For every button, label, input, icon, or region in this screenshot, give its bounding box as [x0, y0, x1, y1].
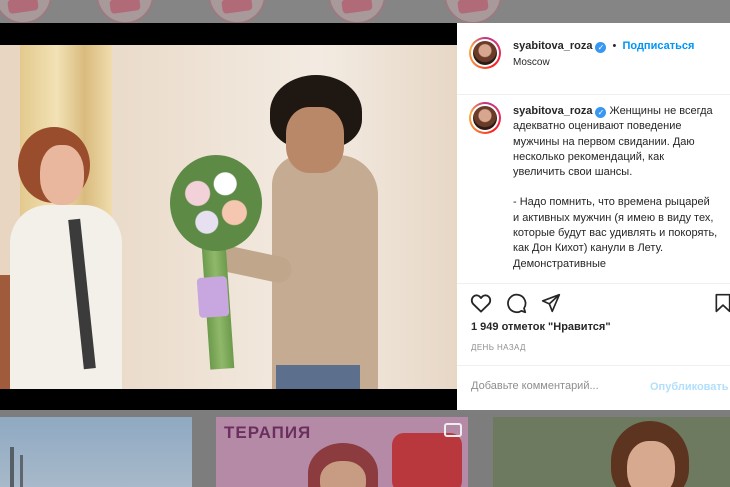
photo-scene — [0, 45, 457, 389]
author-avatar[interactable] — [469, 37, 501, 69]
video-type-icon — [444, 423, 462, 437]
story-avatar[interactable] — [0, 0, 52, 23]
caption-author-avatar[interactable] — [469, 102, 501, 134]
story-avatar[interactable] — [208, 0, 266, 23]
street-lamp — [10, 447, 14, 487]
comment-bar: Опубликовать — [457, 365, 730, 410]
story-avatar[interactable] — [96, 0, 154, 23]
post-photo[interactable] — [0, 23, 457, 410]
comment-icon[interactable] — [506, 293, 527, 314]
separator-dot: • — [612, 40, 617, 52]
post-header: syabitova_roza ✓ • Подписаться Moscow — [457, 23, 730, 95]
post-side-panel: syabitova_roza ✓ • Подписаться Moscow sya… — [457, 23, 730, 410]
photo-woman-body — [10, 205, 122, 389]
stories-strip — [0, 0, 730, 23]
bookmark-icon[interactable] — [714, 293, 730, 313]
caption-username[interactable]: syabitova_roza — [513, 105, 592, 117]
comment-input[interactable] — [471, 380, 631, 392]
thumbnail-cloth — [392, 433, 462, 487]
feed-thumbnail[interactable]: ТЕРАПИЯ — [216, 417, 468, 487]
photo-woman-face — [40, 145, 84, 205]
publish-button[interactable]: Опубликовать — [650, 381, 729, 393]
street-lamp — [20, 455, 23, 487]
thumbnail-label: ТЕРАПИЯ — [224, 423, 312, 442]
story-avatar[interactable] — [328, 0, 386, 23]
thumbnail-face — [627, 441, 675, 487]
caption-area: syabitova_roza ✓ Женщины не всегда адеква… — [457, 96, 730, 284]
paper-plane-icon[interactable] — [541, 293, 561, 313]
verified-badge-icon: ✓ — [595, 107, 607, 118]
author-line: syabitova_roza ✓ • Подписаться — [513, 40, 694, 53]
feed-thumbnail[interactable] — [493, 417, 730, 487]
photo-ribbon — [196, 276, 230, 318]
photo-man-face — [286, 107, 344, 173]
thumbnail-face — [320, 461, 366, 487]
photo-jeans — [276, 365, 360, 389]
author-username[interactable]: syabitova_roza — [513, 40, 592, 52]
story-avatar[interactable] — [444, 0, 502, 23]
caption-paragraph: - Надо помнить, что времена рыцарей и ак… — [513, 196, 718, 270]
photo-bouquet — [170, 155, 262, 251]
post-time[interactable]: ДЕНЬ НАЗАД — [471, 343, 526, 352]
post-location[interactable]: Moscow — [513, 57, 550, 68]
post-actions — [457, 285, 730, 319]
follow-button[interactable]: Подписаться — [622, 40, 694, 52]
likes-count[interactable]: 1 949 отметок "Нравится" — [471, 321, 611, 333]
heart-icon[interactable] — [470, 293, 492, 313]
post-caption: syabitova_roza ✓ Женщины не всегда адеква… — [513, 104, 718, 272]
feed-thumbnail[interactable] — [0, 417, 192, 487]
verified-badge-icon: ✓ — [595, 42, 607, 53]
